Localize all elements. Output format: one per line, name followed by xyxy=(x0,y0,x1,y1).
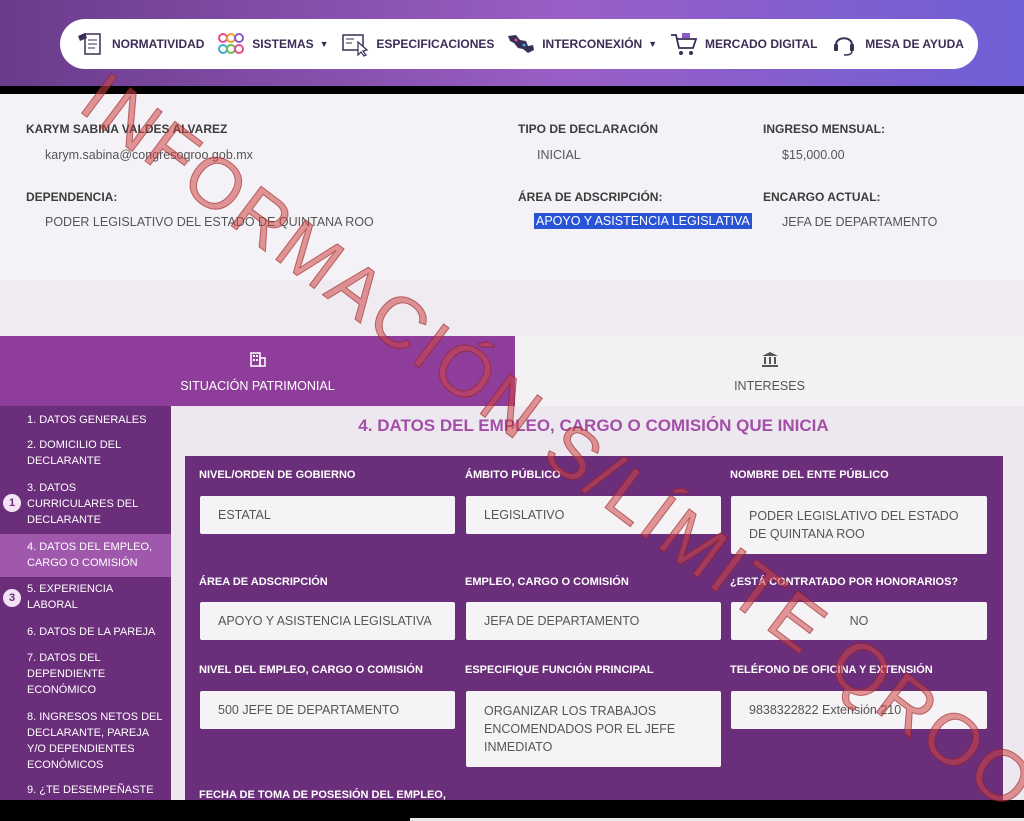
telefono-oficina-label: TELÉFONO DE OFICINA Y EXTENSIÓN xyxy=(730,664,933,676)
declarant-email: karym.sabina@congresoqroo.gob.mx xyxy=(45,148,253,162)
dependencia-value: PODER LEGISLATIVO DEL ESTADO DE QUINTANA… xyxy=(45,215,374,229)
sidebar-item-label: 7. DATOS DEL DEPENDIENTE ECONÓMICO xyxy=(27,652,106,696)
sidebar-item-label: 5. EXPERIENCIA LABORAL xyxy=(27,583,113,611)
law-document-icon xyxy=(74,29,108,59)
encargo-actual-value: JEFA DE DEPARTAMENTO xyxy=(782,215,938,229)
declarant-name: KARYM SABINA VALDES ALVAREZ xyxy=(26,122,228,136)
fecha-toma-posesion-label: FECHA DE TOMA DE POSESIÓN DEL EMPLEO, xyxy=(199,789,446,800)
employment-form: NIVEL/ORDEN DE GOBIERNO ESTATAL ÁMBITO P… xyxy=(185,456,1003,800)
tab-label: INTERESES xyxy=(734,378,805,393)
ambito-publico-label: ÁMBITO PÚBLICO xyxy=(465,469,561,481)
sidebar-item-te-desempenaste[interactable]: 9. ¿TE DESEMPEÑASTE xyxy=(0,782,171,798)
ente-publico-field[interactable]: PODER LEGISLATIVO DEL ESTADO DE QUINTANA… xyxy=(731,496,987,554)
sidebar-item-label: 1. DATOS GENERALES xyxy=(27,414,147,426)
sidebar-item-datos-curriculares[interactable]: 3. DATOS CURRICULARES DEL DECLARANTE xyxy=(0,480,171,528)
spacer-band xyxy=(0,280,1024,336)
ingreso-mensual-value: $15,000.00 xyxy=(782,148,845,162)
empleo-cargo-label: EMPLEO, CARGO O COMISIÓN xyxy=(465,576,629,588)
circles-grid-icon xyxy=(214,29,248,59)
sidebar-item-datos-generales[interactable]: 1. DATOS GENERALES xyxy=(0,412,171,428)
area-adscripcion-label: ÁREA DE ADSCRIPCIÓN: xyxy=(518,190,663,204)
pointer-document-icon xyxy=(338,29,372,59)
nav-label: MESA DE AYUDA xyxy=(865,37,964,51)
ambito-publico-field[interactable]: LEGISLATIVO xyxy=(466,496,721,534)
sidebar-item-dependiente-economico[interactable]: 7. DATOS DEL DEPENDIENTE ECONÓMICO xyxy=(0,650,171,698)
nivel-empleo-label: NIVEL DEL EMPLEO, CARGO O COMISIÓN xyxy=(199,664,423,676)
institution-icon xyxy=(761,350,779,371)
sidebar-item-label: 4. DATOS DEL EMPLEO, CARGO O COMISIÓN xyxy=(27,541,153,569)
nivel-gobierno-label: NIVEL/ORDEN DE GOBIERNO xyxy=(199,469,356,481)
sidebar-item-label: 2. DOMICILIO DEL DECLARANTE xyxy=(27,439,121,467)
encargo-actual-label: ENCARGO ACTUAL: xyxy=(763,190,881,204)
telefono-oficina-field[interactable]: 9838322822 Extensión 210 xyxy=(731,691,987,729)
section-sidebar: 1. DATOS GENERALES 2. DOMICILIO DEL DECL… xyxy=(0,406,171,800)
nivel-empleo-field[interactable]: 500 JEFE DE DEPARTAMENTO xyxy=(200,691,455,729)
nav-mercado-digital[interactable]: MERCADO DIGITAL xyxy=(667,29,817,59)
sidebar-item-datos-empleo[interactable]: 4. DATOS DEL EMPLEO, CARGO O COMISIÓN xyxy=(0,534,171,577)
sidebar-item-label: 6. DATOS DE LA PAREJA xyxy=(27,626,156,638)
honorarios-label: ¿ESTÁ CONTRATADO POR HONORARIOS? xyxy=(730,576,959,588)
tab-label: SITUACIÓN PATRIMONIAL xyxy=(180,378,335,393)
nav-label: INTERCONEXIÓN xyxy=(542,37,643,51)
sidebar-item-domicilio[interactable]: 2. DOMICILIO DEL DECLARANTE xyxy=(0,437,171,469)
nav-mesa-de-ayuda[interactable]: MESA DE AYUDA xyxy=(827,29,964,59)
nav-label: MERCADO DIGITAL xyxy=(704,37,818,51)
area-adscripcion-value-wrap: APOYO Y ASISTENCIA LEGISLATIVA xyxy=(534,213,752,229)
nav-normatividad[interactable]: NORMATIVIDAD xyxy=(74,29,204,59)
tipo-declaracion-value: INICIAL xyxy=(537,148,581,162)
section-title: 4. DATOS DEL EMPLEO, CARGO O COMISIÓN QU… xyxy=(358,416,829,435)
area-adscripcion-form-label: ÁREA DE ADSCRIPCIÓN xyxy=(199,576,328,588)
tab-situacion-patrimonial[interactable]: SITUACIÓN PATRIMONIAL xyxy=(0,336,515,406)
sidebar-item-label: 3. DATOS CURRICULARES DEL DECLARANTE xyxy=(27,482,138,526)
nav-interconexion[interactable]: INTERCONEXIÓN ▼ xyxy=(504,29,657,59)
nav-label: ESPECIFICACIONES xyxy=(376,37,495,51)
declarant-info-panel: KARYM SABINA VALDES ALVAREZ karym.sabina… xyxy=(0,94,1024,280)
tab-intereses[interactable]: INTERESES xyxy=(515,336,1024,406)
nivel-gobierno-field[interactable]: ESTATAL xyxy=(200,496,455,534)
sidebar-item-experiencia-laboral[interactable]: 5. EXPERIENCIA LABORAL xyxy=(0,581,171,613)
sidebar-item-ingresos-netos[interactable]: 8. INGRESOS NETOS DEL DECLARANTE, PAREJA… xyxy=(0,709,171,773)
sidebar-item-label: 9. ¿TE DESEMPEÑASTE xyxy=(27,784,154,796)
chevron-down-icon: ▼ xyxy=(648,39,658,49)
shopping-cart-icon xyxy=(667,29,701,59)
tipo-declaracion-label: TIPO DE DECLARACIÓN xyxy=(518,122,659,136)
nav-label: NORMATIVIDAD xyxy=(112,37,205,51)
nav-especificaciones[interactable]: ESPECIFICACIONES xyxy=(338,29,494,59)
header-bar: NORMATIVIDAD SISTEMAS ▼ ESPECIFICACIONES… xyxy=(0,0,1024,86)
building-icon xyxy=(249,350,267,371)
mexico-map-icon xyxy=(504,29,538,59)
honorarios-field[interactable]: NO xyxy=(731,602,987,640)
ente-publico-label: NOMBRE DEL ENTE PÚBLICO xyxy=(730,469,889,481)
dependencia-label: DEPENDENCIA: xyxy=(26,190,118,204)
nav-label: SISTEMAS xyxy=(252,37,314,51)
area-adscripcion-value: APOYO Y ASISTENCIA LEGISLATIVA xyxy=(534,213,752,229)
main-content: 4. DATOS DEL EMPLEO, CARGO O COMISIÓN QU… xyxy=(171,406,1024,800)
sidebar-item-label: 8. INGRESOS NETOS DEL DECLARANTE, PAREJA… xyxy=(27,711,163,771)
sidebar-item-datos-pareja[interactable]: 6. DATOS DE LA PAREJA xyxy=(0,624,171,640)
main-nav: NORMATIVIDAD SISTEMAS ▼ ESPECIFICACIONES… xyxy=(60,19,978,69)
empleo-cargo-field[interactable]: JEFA DE DEPARTAMENTO xyxy=(466,602,721,640)
area-adscripcion-field[interactable]: APOYO Y ASISTENCIA LEGISLATIVA xyxy=(200,602,455,640)
funcion-principal-field[interactable]: ORGANIZAR LOS TRABAJOS ENCOMENDADOS POR … xyxy=(466,691,721,767)
chevron-down-icon: ▼ xyxy=(319,39,329,49)
headset-icon xyxy=(827,29,861,59)
funcion-principal-label: ESPECIFIQUE FUNCIÓN PRINCIPAL xyxy=(465,664,654,676)
nav-sistemas[interactable]: SISTEMAS ▼ xyxy=(214,29,329,59)
ingreso-mensual-label: INGRESO MENSUAL: xyxy=(763,122,886,136)
